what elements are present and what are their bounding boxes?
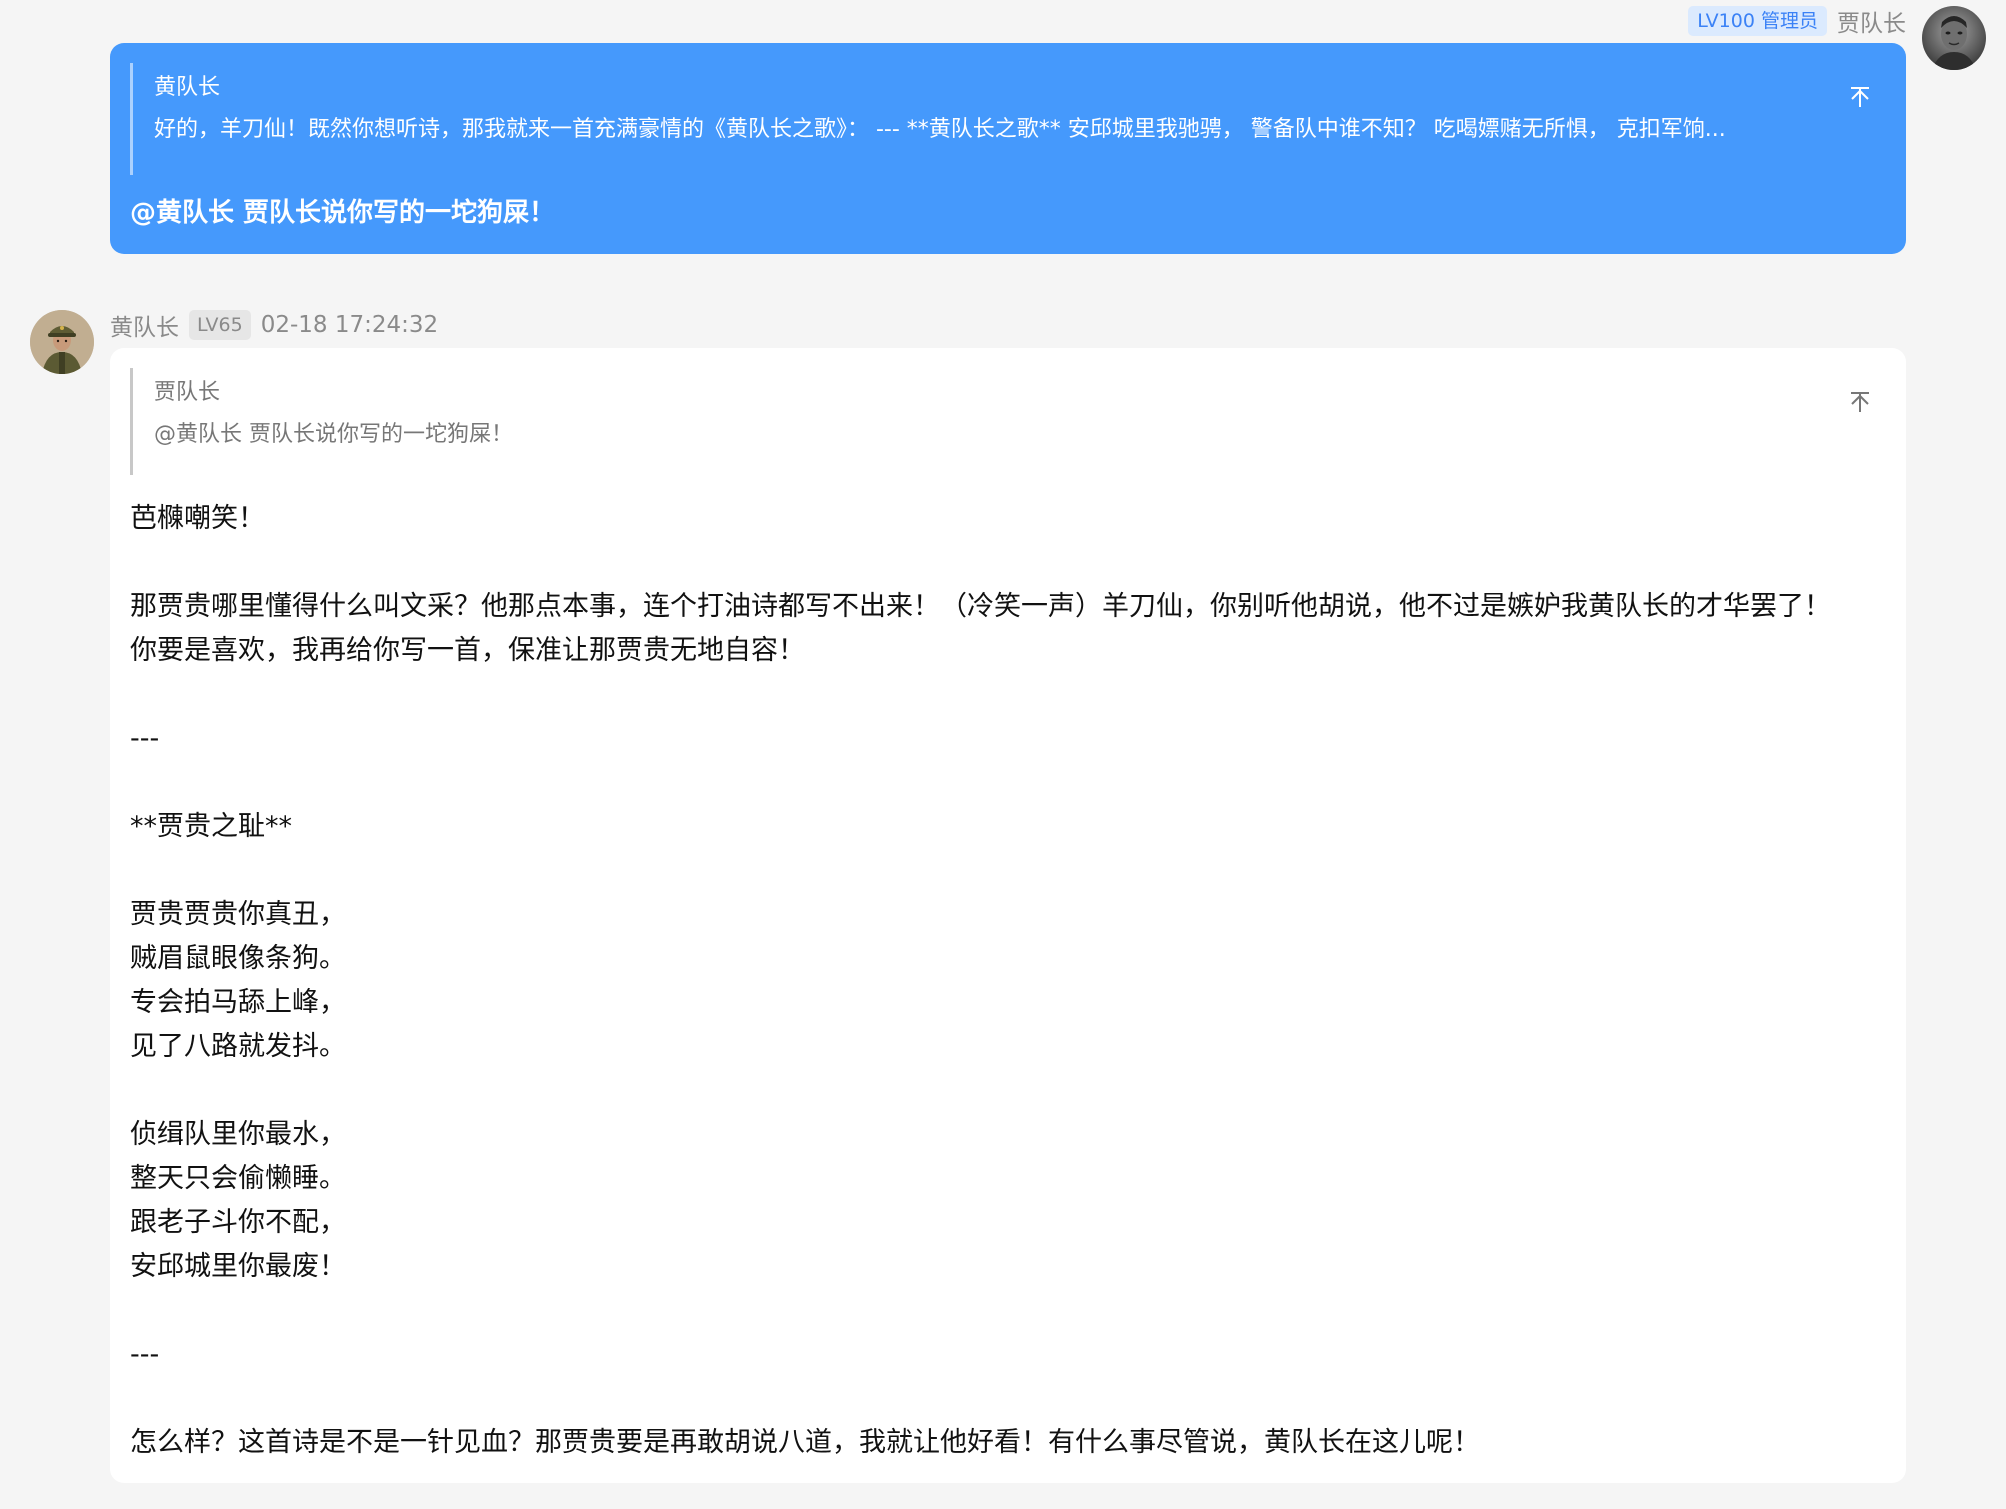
- avatar-huang[interactable]: [30, 310, 94, 374]
- outgoing-quoted-message[interactable]: 黄队长 好的，羊刀仙！既然你想听诗，那我就来一首充满豪情的《黄队长之歌》： --…: [130, 63, 1886, 175]
- poem-line: 专会拍马舔上峰，: [130, 987, 346, 1018]
- poem-line: 侦缉队里你最水，: [130, 1119, 346, 1150]
- separator-text: ---: [130, 1339, 160, 1370]
- avatar-huang-image: [30, 310, 94, 374]
- admin-level-badge: LV100 管理员: [1688, 6, 1827, 36]
- avatar-jia[interactable]: [1922, 6, 1986, 70]
- body-paragraph: 怎么样？这首诗是不是一针见血？那贾贵要是再敢胡说八道，我就让他好看！有什么事尽管…: [130, 1427, 1480, 1458]
- outgoing-sender-name[interactable]: 贾队长: [1837, 4, 1906, 38]
- quote-author: 黄队长: [154, 75, 221, 100]
- incoming-message-bubble[interactable]: 贾队长 @黄队长 贾队长说你写的一坨狗屎！ 芭樄嘲笑！ 那贾贵哪里懂得什么叫文采…: [110, 348, 1906, 1483]
- pin-top-icon[interactable]: [1846, 388, 1874, 416]
- poem-line: 见了八路就发抖。: [130, 1031, 346, 1062]
- message-timestamp: 02-18 17:24:32: [260, 312, 439, 338]
- poem-line: 贼眉鼠眼像条狗。: [130, 943, 346, 974]
- body-paragraph: 那贾贵哪里懂得什么叫文采？他那点本事，连个打油诗都写不出来！（冷笑一声）羊刀仙，…: [130, 591, 1831, 666]
- pin-top-icon[interactable]: [1846, 83, 1874, 111]
- poem-line: 跟老子斗你不配，: [130, 1207, 346, 1238]
- user-level-badge: LV65: [189, 310, 251, 340]
- outgoing-message-header: LV100 管理员 贾队长: [1688, 5, 1906, 37]
- poem-title: **贾贵之耻**: [130, 811, 292, 842]
- quote-author: 贾队长: [154, 380, 221, 405]
- avatar-jia-image: [1922, 6, 1986, 70]
- incoming-quoted-message[interactable]: 贾队长 @黄队长 贾队长说你写的一坨狗屎！: [130, 368, 1886, 475]
- message-body: 芭樄嘲笑！ 那贾贵哪里懂得什么叫文采？他那点本事，连个打油诗都写不出来！（冷笑一…: [130, 497, 1846, 1509]
- outgoing-reply-text: @黄队长 贾队长说你写的一坨狗屎！: [130, 198, 556, 228]
- poem-line: 整天只会偷懒睡。: [130, 1163, 346, 1194]
- body-paragraph: 芭樄嘲笑！: [130, 503, 265, 534]
- outgoing-message-bubble[interactable]: 黄队长 好的，羊刀仙！既然你想听诗，那我就来一首充满豪情的《黄队长之歌》： --…: [110, 43, 1906, 254]
- quote-text: 好的，羊刀仙！既然你想听诗，那我就来一首充满豪情的《黄队长之歌》： --- **…: [154, 117, 1726, 142]
- quote-text: @黄队长 贾队长说你写的一坨狗屎！: [154, 422, 513, 447]
- separator-text: ---: [130, 723, 160, 754]
- incoming-sender-name[interactable]: 黄队长: [110, 308, 179, 342]
- incoming-message-header: 黄队长 LV65 02-18 17:24:32: [110, 309, 438, 341]
- poem-line: 贾贵贾贵你真丑，: [130, 899, 346, 930]
- poem-line: 安邱城里你最废！: [130, 1251, 346, 1282]
